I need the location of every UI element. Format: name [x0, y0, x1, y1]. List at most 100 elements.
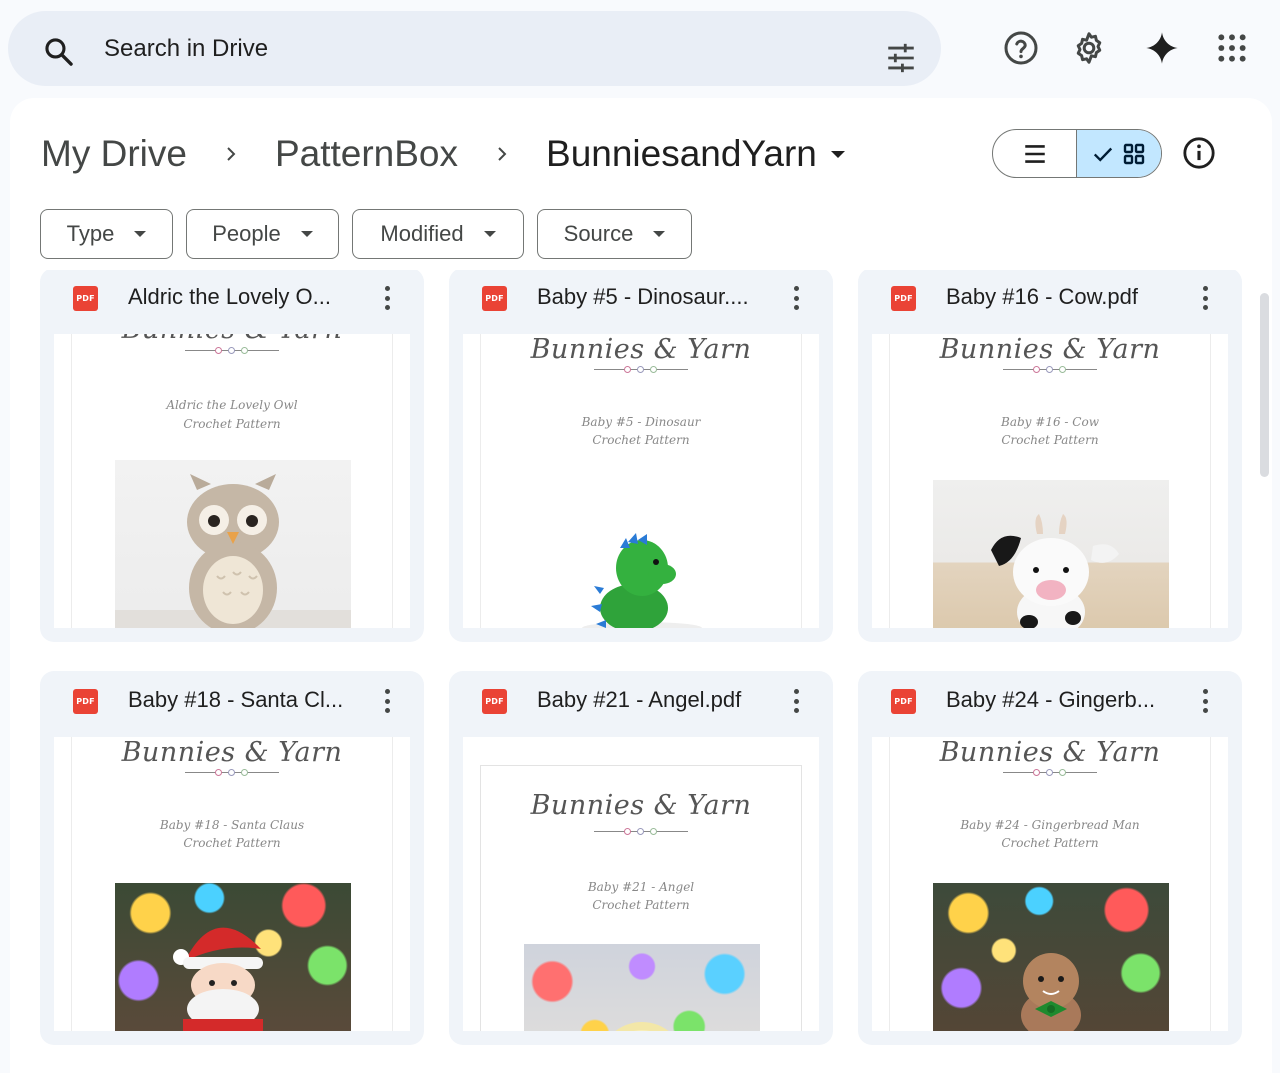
caret-down-icon: [653, 231, 666, 237]
pdf-page-preview: Bunnies & Yarn Aldric the Lovely Owl Cro…: [71, 334, 393, 628]
file-card[interactable]: PDF Baby #24 - Gingerb... Bunnies & Yarn…: [858, 671, 1242, 1045]
pattern-type: Crochet Pattern: [1001, 433, 1099, 447]
filter-source-chip[interactable]: Source: [537, 209, 692, 259]
filter-people-chip[interactable]: People: [186, 209, 339, 259]
file-card-header: PDF Baby #16 - Cow.pdf: [858, 270, 1242, 334]
pdf-page-preview: Bunnies & Yarn Baby #18 - Santa Claus Cr…: [71, 737, 393, 1031]
tune-icon[interactable]: [884, 41, 918, 75]
caret-down-icon: [483, 231, 496, 237]
ornament: [185, 769, 279, 777]
pattern-type: Crochet Pattern: [592, 433, 690, 447]
scrollbar-thumb[interactable]: [1260, 293, 1269, 477]
owl-photo: [115, 460, 351, 628]
list-icon: [1024, 144, 1045, 163]
file-card[interactable]: PDF Baby #5 - Dinosaur.... Bunnies & Yar…: [449, 270, 833, 642]
cow-photo: [933, 480, 1169, 628]
brand-title: Bunnies & Yarn: [121, 737, 343, 768]
angel-photo: [524, 944, 760, 1031]
file-card-header: PDF Baby #18 - Santa Cl...: [40, 671, 424, 737]
pattern-name: Baby #16 - Cow: [1001, 415, 1099, 429]
chevron-right-icon: [458, 145, 546, 163]
caret-down-icon: [300, 231, 313, 237]
pdf-icon: PDF: [73, 689, 98, 714]
file-card[interactable]: PDF Aldric the Lovely O... Bunnies & Yar…: [40, 270, 424, 642]
more-vert-icon[interactable]: [1195, 282, 1215, 314]
more-vert-icon[interactable]: [377, 282, 397, 314]
file-grid: PDF Aldric the Lovely O... Bunnies & Yar…: [30, 270, 1250, 1050]
chevron-right-icon: [187, 145, 275, 163]
brand-title: Bunnies & Yarn: [939, 737, 1161, 768]
breadcrumb-current-folder[interactable]: BunniesandYarn: [546, 133, 845, 175]
santa-photo: [115, 883, 351, 1031]
scrollbar[interactable]: [1257, 293, 1273, 477]
grid-view-button[interactable]: [1077, 130, 1161, 177]
search-input[interactable]: [104, 33, 844, 65]
pdf-icon: PDF: [891, 689, 916, 714]
brand-title: Bunnies & Yarn: [72, 334, 392, 345]
more-vert-icon[interactable]: [1195, 685, 1215, 717]
file-card[interactable]: PDF Baby #21 - Angel.pdf Bunnies & Yarn …: [449, 671, 833, 1045]
pattern-name: Baby #5 - Dinosaur: [581, 415, 701, 429]
file-title: Baby #5 - Dinosaur....: [537, 284, 749, 309]
ornament: [594, 366, 688, 374]
filter-label: Modified: [380, 221, 464, 246]
pdf-page-preview: Bunnies & Yarn Baby #16 - Cow Crochet Pa…: [889, 334, 1211, 628]
pdf-icon: PDF: [482, 286, 507, 311]
gemini-icon[interactable]: [1142, 28, 1182, 68]
help-icon[interactable]: [1001, 28, 1041, 68]
breadcrumb-my-drive[interactable]: My Drive: [41, 133, 187, 175]
pdf-page-preview: Bunnies & Yarn Baby #5 - Dinosaur Croche…: [480, 334, 802, 628]
ornament: [185, 347, 279, 355]
brand-title: Bunnies & Yarn: [530, 790, 752, 821]
dinosaur-photo: [524, 482, 760, 628]
file-title: Baby #24 - Gingerb...: [946, 687, 1156, 712]
pattern-type: Crochet Pattern: [183, 836, 281, 850]
brand-title: Bunnies & Yarn: [530, 334, 752, 365]
pattern-name: Baby #18 - Santa Claus: [159, 818, 305, 832]
file-card-header: PDF Baby #21 - Angel.pdf: [449, 671, 833, 737]
pattern-name: Aldric the Lovely Owl: [166, 398, 298, 412]
more-vert-icon[interactable]: [786, 282, 806, 314]
file-card-header: PDF Baby #24 - Gingerb...: [858, 671, 1242, 737]
list-view-button[interactable]: [993, 130, 1077, 177]
caret-down-icon: [830, 150, 845, 158]
pdf-page-preview: Bunnies & Yarn Baby #21 - Angel Crochet …: [480, 765, 802, 1031]
pattern-type: Crochet Pattern: [1001, 836, 1099, 850]
filter-modified-chip[interactable]: Modified: [352, 209, 524, 259]
pattern-type: Crochet Pattern: [183, 417, 281, 431]
apps-icon[interactable]: [1212, 28, 1252, 68]
breadcrumb: My Drive PatternBox BunniesandYarn: [41, 130, 845, 178]
filter-label: People: [212, 221, 281, 246]
file-thumbnail: Bunnies & Yarn Baby #24 - Gingerbread Ma…: [872, 737, 1228, 1031]
pdf-icon: PDF: [73, 286, 98, 311]
file-thumbnail: Bunnies & Yarn Baby #5 - Dinosaur Croche…: [463, 334, 819, 628]
filter-label: Type: [66, 221, 115, 246]
ornament: [1003, 769, 1097, 777]
brand-title: Bunnies & Yarn: [939, 334, 1161, 365]
file-title: Baby #18 - Santa Cl...: [128, 687, 344, 712]
settings-icon[interactable]: [1069, 28, 1109, 68]
caret-down-icon: [134, 231, 147, 237]
pdf-icon: PDF: [891, 286, 916, 311]
breadcrumb-patternbox[interactable]: PatternBox: [275, 133, 458, 175]
pattern-name: Baby #24 - Gingerbread Man: [960, 818, 1140, 832]
info-icon[interactable]: [1182, 136, 1216, 170]
gingerbread-photo: [933, 883, 1169, 1031]
check-icon: [1093, 147, 1113, 162]
file-thumbnail: Bunnies & Yarn Baby #18 - Santa Claus Cr…: [54, 737, 410, 1031]
more-vert-icon[interactable]: [786, 685, 806, 717]
file-card[interactable]: PDF Baby #18 - Santa Cl... Bunnies & Yar…: [40, 671, 424, 1045]
grid-icon: [1123, 143, 1145, 164]
view-toggle: [992, 129, 1162, 178]
current-folder-label: BunniesandYarn: [546, 133, 817, 174]
more-vert-icon[interactable]: [377, 685, 397, 717]
search-icon[interactable]: [42, 35, 76, 69]
file-card-header: PDF Baby #5 - Dinosaur....: [449, 270, 833, 334]
filter-label: Source: [563, 221, 634, 246]
search-bar[interactable]: [8, 11, 941, 86]
file-card[interactable]: PDF Baby #16 - Cow.pdf Bunnies & Yarn Ba…: [858, 270, 1242, 642]
file-thumbnail: Bunnies & Yarn Aldric the Lovely Owl Cro…: [54, 334, 410, 628]
file-title: Baby #21 - Angel.pdf: [537, 687, 742, 712]
filter-type-chip[interactable]: Type: [40, 209, 173, 259]
file-title: Baby #16 - Cow.pdf: [946, 284, 1139, 309]
